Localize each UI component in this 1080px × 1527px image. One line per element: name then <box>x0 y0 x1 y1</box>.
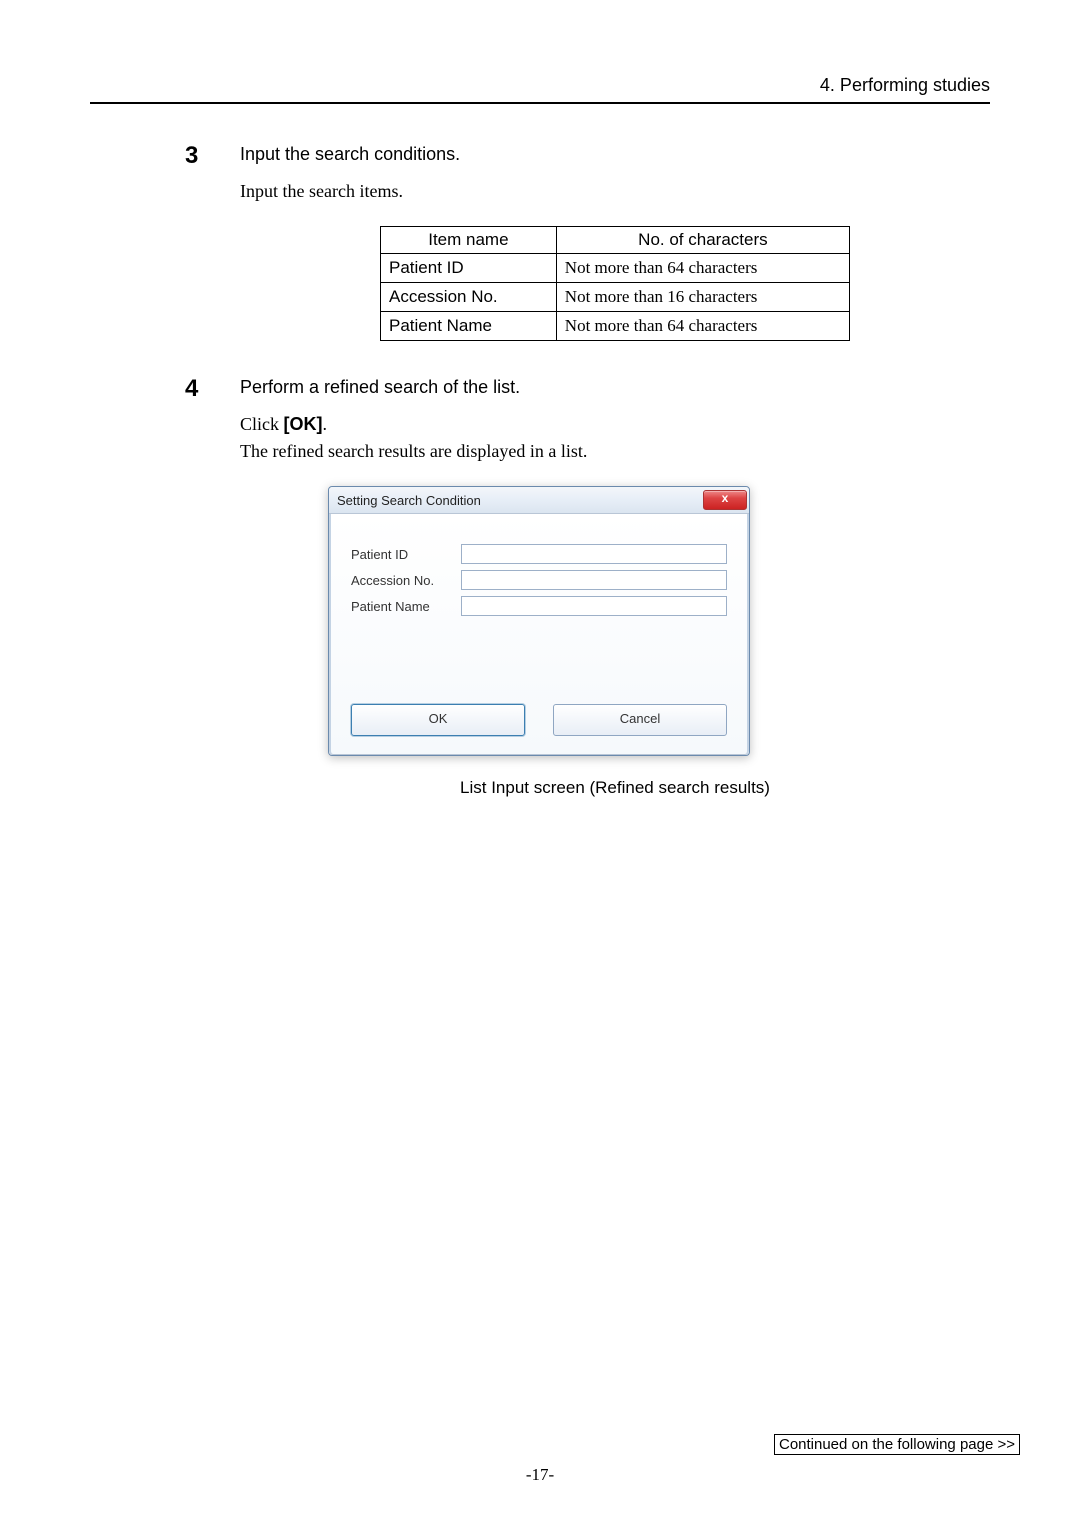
th-char-count: No. of characters <box>556 227 849 254</box>
table-row: Patient ID Not more than 64 characters <box>381 254 850 283</box>
td-item-name: Accession No. <box>381 283 557 312</box>
section-header: 4. Performing studies <box>90 75 990 104</box>
td-char: Not more than 64 characters <box>556 254 849 283</box>
step-3-number: 3 <box>185 142 240 375</box>
td-item-name: Patient Name <box>381 312 557 341</box>
continued-notice: Continued on the following page >> <box>774 1434 1020 1455</box>
dialog-button-row: OK Cancel <box>351 704 727 736</box>
step-4-title: Perform a refined search of the list. <box>240 377 990 398</box>
accession-no-field[interactable] <box>461 570 727 590</box>
page-number: -17- <box>0 1465 1080 1485</box>
ok-ref: [OK] <box>284 414 323 434</box>
step-3: 3 Input the search conditions. Input the… <box>185 142 990 375</box>
td-char: Not more than 16 characters <box>556 283 849 312</box>
dialog-body: Patient ID Accession No. Patient Name OK… <box>329 514 749 755</box>
search-condition-dialog: Setting Search Condition x Patient ID Ac… <box>328 486 750 756</box>
row-accession-no: Accession No. <box>351 570 727 590</box>
dialog-titlebar: Setting Search Condition x <box>329 487 749 514</box>
param-table: Item name No. of characters Patient ID N… <box>380 226 850 341</box>
close-button[interactable]: x <box>703 490 747 510</box>
step-4-click-text: Click [OK]. <box>240 414 990 435</box>
patient-id-field[interactable] <box>461 544 727 564</box>
step-4-number: 4 <box>185 375 240 798</box>
ok-button[interactable]: OK <box>351 704 525 736</box>
step-3-title: Input the search conditions. <box>240 144 990 165</box>
row-patient-id: Patient ID <box>351 544 727 564</box>
step-4: 4 Perform a refined search of the list. … <box>185 375 990 798</box>
patient-name-field[interactable] <box>461 596 727 616</box>
table-row: Accession No. Not more than 16 character… <box>381 283 850 312</box>
cancel-button[interactable]: Cancel <box>553 704 727 736</box>
label-patient-name: Patient Name <box>351 599 461 614</box>
label-accession-no: Accession No. <box>351 573 461 588</box>
dialog-caption: List Input screen (Refined search result… <box>240 778 990 798</box>
click-prefix: Click <box>240 414 284 434</box>
td-item-name: Patient ID <box>381 254 557 283</box>
dot: . <box>323 414 328 434</box>
table-row: Patient Name Not more than 64 characters <box>381 312 850 341</box>
th-item-name: Item name <box>381 227 557 254</box>
step-3-text: Input the search items. <box>240 181 990 202</box>
row-patient-name: Patient Name <box>351 596 727 616</box>
dialog-title: Setting Search Condition <box>337 493 481 508</box>
label-patient-id: Patient ID <box>351 547 461 562</box>
table-header-row: Item name No. of characters <box>381 227 850 254</box>
td-char: Not more than 64 characters <box>556 312 849 341</box>
step-4-text: The refined search results are displayed… <box>240 441 990 462</box>
